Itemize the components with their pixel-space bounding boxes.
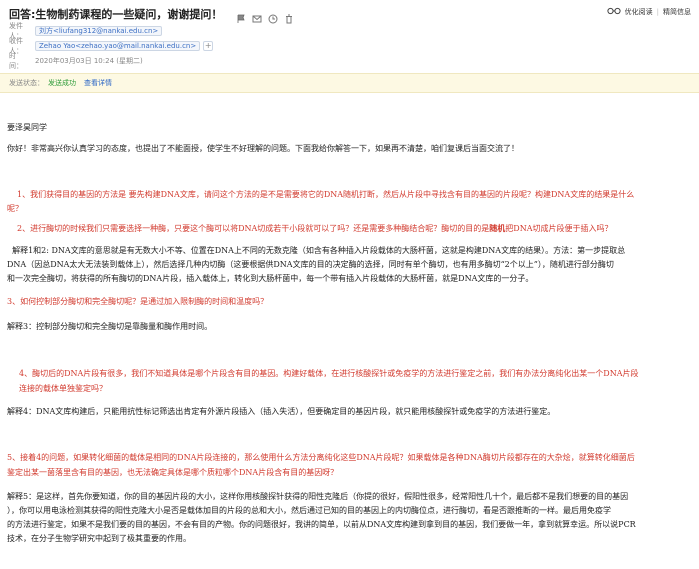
time-row: 时 间： 2020年03月03日 10:24 (星期二) xyxy=(9,52,143,70)
flag-icon[interactable] xyxy=(236,9,246,23)
answer-12-line-2: DNA（因总DNA太大无法装到载体上），然后选择几种内切酶（这要根据供DNA文库… xyxy=(7,260,614,269)
action-separator: | xyxy=(656,8,659,16)
subject-row: 回答:生物制药课程的一些疑问，谢谢提问！ xyxy=(9,6,294,24)
question-2-emphasis: 随机 xyxy=(489,223,506,233)
simplify-info-link[interactable]: 精简信息 xyxy=(663,7,691,17)
view-details-link[interactable]: 查看详情 xyxy=(84,78,112,88)
header-actions: 优化阅读 | 精简信息 xyxy=(607,7,691,17)
answer-5-line-2: ），你可以用电泳检测其获得的阳性克隆大小是否是载体加目的片段的总和大小，然后通过… xyxy=(7,506,611,515)
question-4-line-2: 连接的载体单独鉴定吗？ xyxy=(19,384,107,393)
recipient-address: Zehao Yao<zehao.yao@mail.nankai.edu.cn> xyxy=(39,42,197,50)
reading-glasses-icon xyxy=(607,7,621,17)
send-status-bar: 发送状态： 发送成功 查看详情 xyxy=(0,73,699,93)
question-2-part-1: 2、进行酶切的时候我们只需要选择一种酶，只要这个酶可以将DNA切成若干小段就可以… xyxy=(17,224,490,233)
greeting: 要泽昊同学 xyxy=(7,123,47,132)
mail-body: 要泽昊同学 你好！非常高兴你认真学习的态度，也提出了不能面授，使学生不好理解的问… xyxy=(0,94,699,569)
answer-5-line-1: 解释5：是这样，首先你要知道，你的目的基因片段的大小，这样你用核酸探针获得的阳性… xyxy=(7,492,629,501)
status-label: 发送状态： xyxy=(9,79,44,87)
subject-icons xyxy=(236,9,294,24)
answer-3: 解释3：控制部分酶切和完全酶切是靠酶量和酶作用时间。 xyxy=(7,322,213,331)
status-value: 发送成功 xyxy=(48,79,76,87)
answer-4: 解释4：DNA文库构建后，只能用抗性标记筛选出肯定有外源片段插入（插入失活），但… xyxy=(7,407,556,416)
intro-paragraph: 你好！非常高兴你认真学习的态度，也提出了不能面授，使学生不好理解的问题。下面我给… xyxy=(7,144,519,153)
delete-icon[interactable] xyxy=(284,9,294,24)
question-1-line-1: 1、我们获得目的基因的方法是 要先构建DNA文库，请问这个方法的是不是需要将它的… xyxy=(17,190,635,199)
question-2-part-2: 把DNA切成片段便于插入吗？ xyxy=(505,224,613,233)
recipient-chip[interactable]: Zehao Yao<zehao.yao@mail.nankai.edu.cn> xyxy=(35,41,201,51)
answer-5-line-3: 的方法进行鉴定，如果不是我们要的目的基因，不会有目的产物。你的问题很好，我讲的简… xyxy=(7,520,636,529)
sender-address: 刘方<liufang312@nankai.edu.cn> xyxy=(39,27,159,35)
mail-header: 回答:生物制药课程的一些疑问，谢谢提问！ 优化阅读 | 精简信息 发件人： 刘方… xyxy=(0,0,699,94)
time-label: 时 间： xyxy=(9,52,23,70)
optimize-reading-link[interactable]: 优化阅读 xyxy=(625,7,653,17)
mail-subject: 回答:生物制药课程的一些疑问，谢谢提问！ xyxy=(9,8,223,21)
sender-chip[interactable]: 刘方<liufang312@nankai.edu.cn> xyxy=(35,26,163,36)
question-3: 3、如何控制部分酶切和完全酶切呢？是通过加入限制酶的时间和温度吗？ xyxy=(7,297,269,306)
time-value: 2020年03月03日 10:24 (星期二) xyxy=(35,57,143,65)
answer-12-line-1: 解释1和2: DNA文库的意思就是有无数大小不等、位置在DNA上不同的无数克隆（… xyxy=(7,246,626,255)
clock-icon[interactable] xyxy=(268,9,278,24)
question-5-line-1: 5、接着4的问题，如果转化细菌的载体是相同的DNA片段连接的，那么使用什么方法分… xyxy=(7,453,635,462)
to-row: 收件人： Zehao Yao<zehao.yao@mail.nankai.edu… xyxy=(9,37,214,55)
mail-icon[interactable] xyxy=(252,9,262,23)
question-2: 2、进行酶切的时候我们只需要选择一种酶，只要这个酶可以将DNA切成若干小段就可以… xyxy=(17,222,612,235)
answer-5-line-4: 技术，在分子生物学研究中起到了极其重要的作用。 xyxy=(7,534,191,543)
question-5-line-2: 鉴定出某一菌落里含有目的基因，也无法确定具体是哪个质粒哪个DNA片段含有目的基因… xyxy=(7,468,339,477)
question-1-line-2: 呢？ xyxy=(7,204,23,213)
question-4-line-1: 4、酶切后的DNA片段有很多，我们不知道具体是哪个片段含有目的基因。构建好载体，… xyxy=(19,369,639,378)
add-contact-icon[interactable]: + xyxy=(203,41,214,51)
answer-12-line-3: 和一次完全酶切，将获得的所有酶切的DNA片段，插入载体上，转化到大肠杆菌中，每一… xyxy=(7,274,534,283)
